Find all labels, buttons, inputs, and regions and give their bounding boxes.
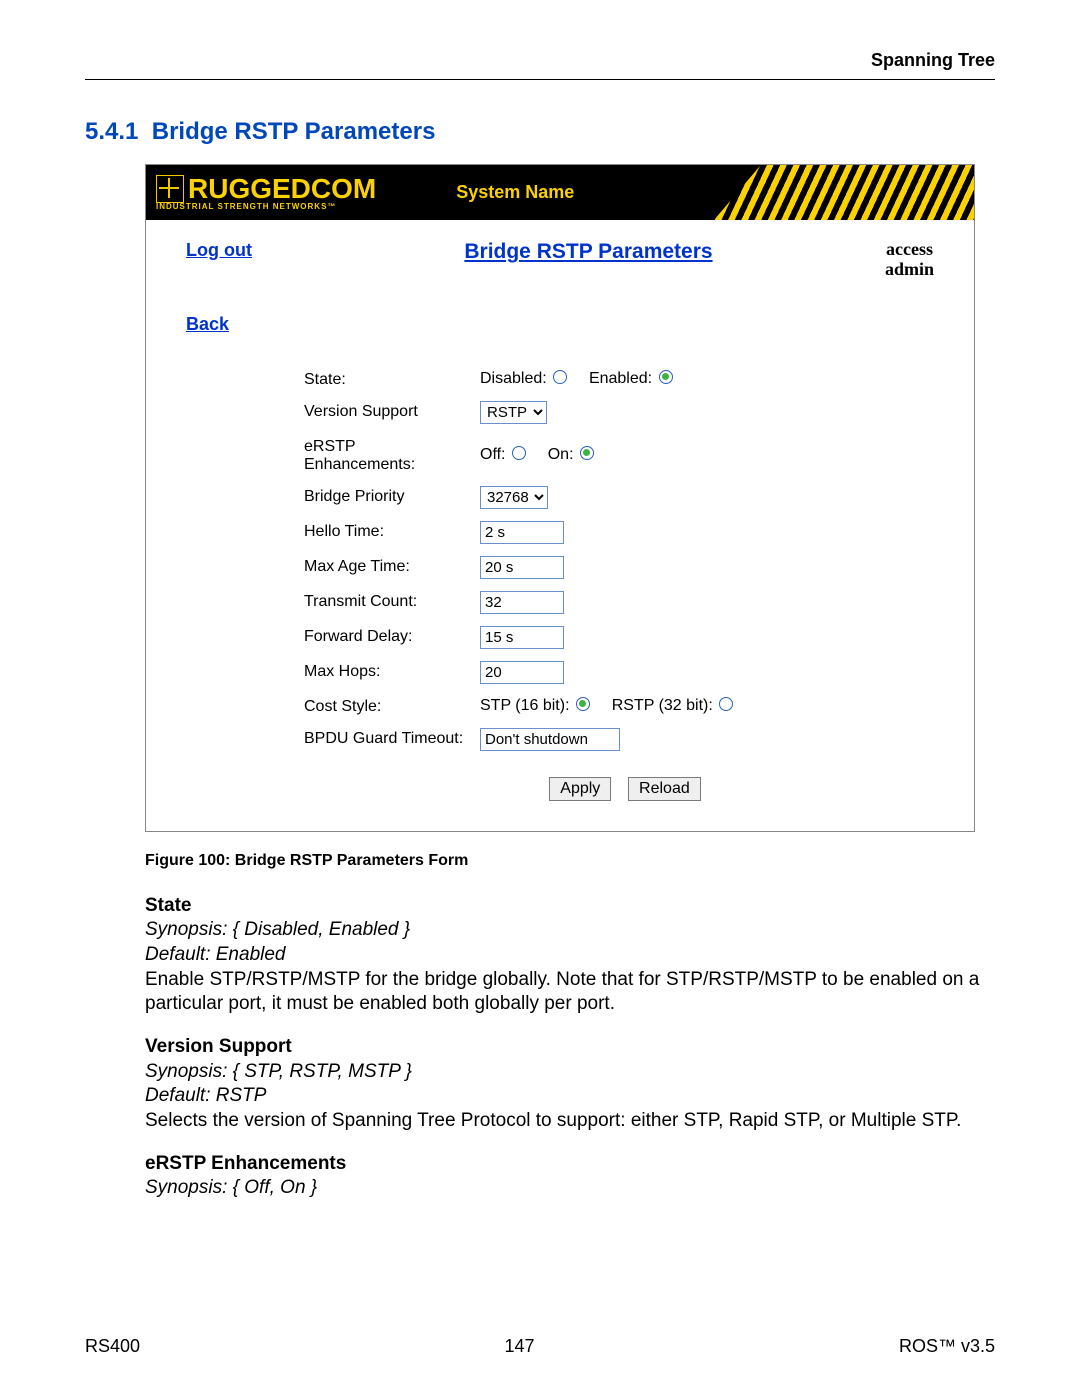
back-link[interactable]: Back [186, 314, 229, 334]
state-disabled-radio[interactable] [553, 370, 567, 384]
hello-label: Hello Time: [296, 515, 472, 550]
cost-label: Cost Style: [296, 690, 472, 722]
fwddelay-label: Forward Delay: [296, 620, 472, 655]
erstp-off-radio[interactable] [512, 446, 526, 460]
state-enabled-radio[interactable] [659, 370, 673, 384]
erstp-on-radio[interactable] [580, 446, 594, 460]
maxage-input[interactable] [480, 556, 564, 579]
access-badge: access admin [885, 240, 934, 280]
maxhops-label: Max Hops: [296, 655, 472, 690]
apply-button[interactable]: Apply [549, 777, 611, 801]
priority-select[interactable]: 32768 [480, 486, 548, 509]
footer-center: 147 [504, 1336, 534, 1357]
reload-button[interactable]: Reload [628, 777, 701, 801]
brand-name: RUGGEDCOM [188, 173, 376, 204]
priority-label: Bridge Priority [296, 480, 472, 515]
version-label: Version Support [296, 395, 472, 430]
txcount-input[interactable] [480, 591, 564, 614]
cost-rstp-label: RSTP (32 bit): [612, 697, 713, 714]
desc-version-body: Selects the version of Spanning Tree Pro… [145, 1110, 961, 1131]
fwddelay-input[interactable] [480, 626, 564, 649]
desc-erstp-heading: eRSTP Enhancements [145, 1153, 346, 1174]
desc-state-heading: State [145, 895, 191, 916]
erstp-label: eRSTP Enhancements: [296, 430, 472, 480]
section-title-text: Bridge RSTP Parameters [152, 118, 436, 145]
cost-rstp-radio[interactable] [719, 697, 733, 711]
description-block: State Synopsis: { Disabled, Enabled } De… [145, 894, 985, 1202]
brand-tagline: INDUSTRIAL STRENGTH NETWORKS™ [156, 203, 376, 211]
access-line2: admin [885, 260, 934, 280]
hello-input[interactable] [480, 521, 564, 544]
desc-state-body: Enable STP/RSTP/MSTP for the bridge glob… [145, 969, 979, 1015]
desc-version-default: Default: RSTP [145, 1085, 266, 1106]
version-select[interactable]: RSTP [480, 401, 547, 424]
screenshot-frame: RUGGEDCOM INDUSTRIAL STRENGTH NETWORKS™ … [145, 164, 975, 832]
logout-link[interactable]: Log out [186, 240, 252, 261]
desc-version-heading: Version Support [145, 1036, 292, 1057]
doc-header-chapter: Spanning Tree [85, 50, 995, 79]
figure-caption: Figure 100: Bridge RSTP Parameters Form [145, 852, 995, 870]
section-number: 5.4.1 [85, 118, 138, 145]
section-heading: 5.4.1 Bridge RSTP Parameters [85, 118, 995, 146]
maxage-label: Max Age Time: [296, 550, 472, 585]
logo-icon [156, 175, 184, 203]
bpdu-label: BPDU Guard Timeout: [296, 722, 472, 757]
cost-stp-label: STP (16 bit): [480, 697, 570, 714]
header-rule [85, 79, 995, 80]
desc-state-synopsis: Synopsis: { Disabled, Enabled } [145, 919, 410, 940]
desc-state-default: Default: Enabled [145, 944, 286, 965]
erstp-off-label: Off: [480, 446, 506, 463]
maxhops-input[interactable] [480, 661, 564, 684]
txcount-label: Transmit Count: [296, 585, 472, 620]
page-title: Bridge RSTP Parameters [252, 240, 885, 264]
erstp-on-label: On: [548, 446, 574, 463]
state-label: State: [296, 363, 472, 395]
cost-stp-radio[interactable] [576, 697, 590, 711]
rstp-form: State: Disabled: Enabled: Version Suppor… [296, 363, 745, 757]
state-enabled-label: Enabled: [589, 370, 652, 387]
footer-left: RS400 [85, 1336, 140, 1357]
footer-right: ROS™ v3.5 [899, 1336, 995, 1357]
app-body: Log out Bridge RSTP Parameters access ad… [146, 220, 974, 831]
bpdu-input[interactable] [480, 728, 620, 751]
app-header: RUGGEDCOM INDUSTRIAL STRENGTH NETWORKS™ … [146, 165, 974, 220]
access-line1: access [885, 240, 934, 260]
brand-logo: RUGGEDCOM INDUSTRIAL STRENGTH NETWORKS™ [156, 175, 376, 211]
page-footer: RS400 147 ROS™ v3.5 [85, 1336, 995, 1357]
desc-erstp-synopsis: Synopsis: { Off, On } [145, 1177, 317, 1198]
desc-version-synopsis: Synopsis: { STP, RSTP, MSTP } [145, 1061, 412, 1082]
system-name: System Name [456, 182, 574, 203]
state-disabled-label: Disabled: [480, 370, 547, 387]
decorative-stripes [714, 165, 974, 220]
